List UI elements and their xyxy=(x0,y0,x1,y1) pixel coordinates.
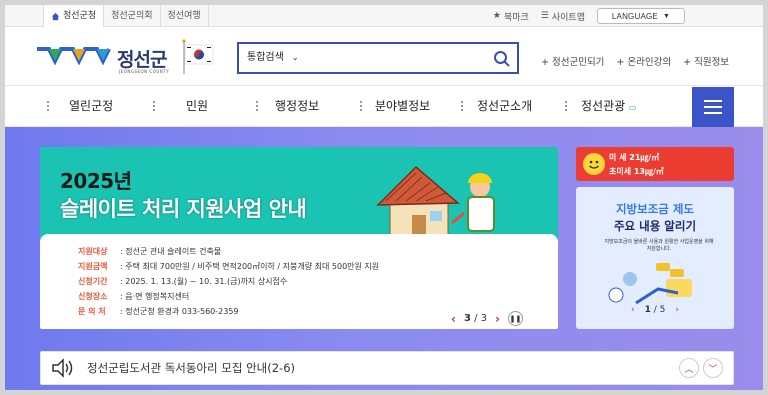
caret-down-icon: ▼ xyxy=(662,12,671,20)
logo-name: 정선군 xyxy=(117,49,167,71)
speaker-icon xyxy=(52,358,73,378)
tab-county-office[interactable]: 정선군청 xyxy=(43,5,105,27)
banner-current-page: 3 xyxy=(463,313,471,324)
header-links: + 정선군민되기 + 온라인강의 + 직원정보 xyxy=(541,54,729,68)
banner-page-indicator: 3 / 3 xyxy=(464,313,487,324)
bookmark-link[interactable]: ★ 북마크 xyxy=(493,10,529,23)
link-become-resident[interactable]: + 정선군민되기 xyxy=(541,54,604,68)
info-value: : 주택 최대 700만원 / 비주택 면적200㎡이하 / 지붕개량 최대 5… xyxy=(120,262,380,271)
info-value: : 2025. 1. 13.(월) ~ 10. 31.(금)까지 상시접수 xyxy=(120,277,288,286)
next-arrow-icon[interactable]: › xyxy=(495,312,500,326)
search-scope-label: 통합검색 xyxy=(247,52,284,63)
tab-label: 정선군의회 xyxy=(111,11,153,21)
air-quality-widget[interactable]: 미 세 21㎍/㎥ 초미세 13㎍/㎥ xyxy=(576,147,734,181)
smile-face-icon xyxy=(583,153,605,175)
nav-item-civil[interactable]: 민원 xyxy=(186,86,208,126)
nav-item-field-info[interactable]: 분야별정보 xyxy=(375,86,430,126)
side-banner-title: 지방보조금 제도 xyxy=(615,202,695,216)
nav-item-open-admin[interactable]: 열린군정 xyxy=(69,86,113,126)
list-icon: ☰ xyxy=(540,11,549,21)
side-page-indicator: 1 / 5 xyxy=(645,305,666,315)
search-icon[interactable] xyxy=(493,50,511,68)
banner-pager: ‹ 3 / 3 › ❚❚ xyxy=(451,311,523,326)
site-header: 정선군 JEONGSEON COUNTY 통합검색 ⌄ + 정선군민되기 + 온… xyxy=(5,27,763,83)
sitemap-label: 사이트맵 xyxy=(551,12,585,23)
info-key: 지원금액 xyxy=(78,262,108,271)
utility-bar: 정선군청 정선군의회 정선여행 ★ 북마크 ☰ 사이트맵 LANGUAGE ▼ xyxy=(5,5,763,27)
language-select[interactable]: LANGUAGE ▼ xyxy=(597,8,685,24)
search-box[interactable]: 통합검색 ⌄ xyxy=(237,42,519,74)
info-row: 신청기간 : 2025. 1. 13.(월) ~ 10. 31.(금)까지 상시접… xyxy=(78,276,379,291)
tab-label: 정선여행 xyxy=(167,11,201,21)
side-banner-subtitle: 주요 내용 알리기 xyxy=(613,219,697,233)
page-frame: 정선군청 정선군의회 정선여행 ★ 북마크 ☰ 사이트맵 LANGUAGE ▼ xyxy=(0,0,768,395)
info-row: 지원금액 : 주택 최대 700만원 / 비주택 면적200㎡이하 / 지붕개량 … xyxy=(78,261,379,276)
tab-travel[interactable]: 정선여행 xyxy=(161,5,209,27)
info-value: : 정선군 관내 슬레이트 건축물 xyxy=(120,247,222,256)
county-logo[interactable]: 정선군 JEONGSEON COUNTY xyxy=(37,39,215,77)
utility-links: ★ 북마크 ☰ 사이트맵 xyxy=(493,5,585,27)
tab-council[interactable]: 정선군의회 xyxy=(104,5,161,27)
nav-item-county-intro[interactable]: 정선군소개 xyxy=(477,86,532,126)
banner-info-rows: 지원대상 : 정선군 관내 슬레이트 건축물 지원금액 : 주택 최대 700만원 … xyxy=(78,246,379,321)
chevron-down-icon[interactable]: ﹀ xyxy=(703,358,723,378)
roof-house-illustration xyxy=(376,165,495,240)
side-total-pages: / 5 xyxy=(653,305,666,315)
pm10-value: 미 세 21㎍/㎥ xyxy=(609,153,660,162)
info-key: 신청장소 xyxy=(78,292,108,301)
dots-icon xyxy=(47,101,50,111)
info-row: 문 의 처 : 정선군청 환경과 033-560-2359 xyxy=(78,306,379,321)
pm25-value: 초미세 13㎍/㎥ xyxy=(609,167,664,176)
bookmark-label: 북마크 xyxy=(503,12,529,23)
info-value: : 읍·면 행정복지센터 xyxy=(120,292,190,301)
coins-hand-illustration xyxy=(608,263,692,305)
link-online-lecture[interactable]: + 온라인강의 xyxy=(616,54,671,68)
info-row: 지원대상 : 정선군 관내 슬레이트 건축물 xyxy=(78,246,379,261)
hamburger-icon xyxy=(704,100,722,102)
nav-item-admin-info[interactable]: 행정정보 xyxy=(275,86,319,126)
home-icon xyxy=(51,12,60,20)
info-value: : 정선군청 환경과 033-560-2359 xyxy=(120,307,239,316)
side-banner[interactable]: 지방보조금 제도 주요 내용 알리기 지방보조금의 올바른 사용과 원활한 사업… xyxy=(576,187,734,329)
logo-wave-icon xyxy=(37,47,111,65)
next-arrow-icon[interactable]: › xyxy=(675,305,679,315)
prev-arrow-icon[interactable]: ‹ xyxy=(451,312,456,326)
nav-item-tourism[interactable]: 정선관광 ▭ xyxy=(581,86,637,126)
side-banner-pager: ‹ 1 / 5 › xyxy=(576,305,734,315)
info-key: 신청기간 xyxy=(78,277,108,286)
dots-icon xyxy=(565,101,568,111)
prev-arrow-icon[interactable]: ‹ xyxy=(631,305,635,315)
banner-year-title: 2025년 xyxy=(60,169,132,193)
star-icon: ★ xyxy=(492,11,501,21)
nav-item-label: 정선관광 xyxy=(581,99,626,113)
chevron-down-icon: ⌄ xyxy=(291,53,299,62)
dots-icon xyxy=(256,101,259,111)
main-banner[interactable]: 2025년 슬레이트 처리 지원사업 안내 지원대상 : 정선군 관내 슬레이트 … xyxy=(40,147,558,329)
dots-icon xyxy=(461,101,464,111)
site-tabs: 정선군청 정선군의회 정선여행 xyxy=(43,5,209,27)
chevron-up-icon[interactable]: ︿ xyxy=(679,358,699,378)
logo-english: JEONGSEON COUNTY xyxy=(119,69,170,74)
external-link-icon: ▭ xyxy=(629,103,637,112)
banner-main-title: 슬레이트 처리 지원사업 안내 xyxy=(60,197,307,221)
info-key: 지원대상 xyxy=(78,247,108,256)
search-scope-select[interactable]: 통합검색 ⌄ xyxy=(247,44,299,72)
side-current-page: 1 xyxy=(644,305,651,315)
tab-label: 정선군청 xyxy=(63,11,97,21)
dots-icon xyxy=(360,101,363,111)
notice-ticker[interactable]: 정선군립도서관 독서동아리 모집 안내(2-6) ︿ ﹀ xyxy=(40,351,734,385)
dots-icon xyxy=(153,101,156,111)
side-banner-desc: 지방보조금의 올바른 사용과 원활한 사업운영을 위해 지원합니다. xyxy=(604,239,714,252)
banner-total-pages: / 3 xyxy=(474,313,488,324)
flag-icon xyxy=(182,39,214,74)
language-label: LANGUAGE xyxy=(611,11,658,21)
link-staff-info[interactable]: + 직원정보 xyxy=(683,54,729,68)
info-key: 문 의 처 xyxy=(78,307,106,316)
notice-text[interactable]: 정선군립도서관 독서동아리 모집 안내(2-6) xyxy=(87,352,295,384)
info-row: 신청장소 : 읍·면 행정복지센터 xyxy=(78,291,379,306)
pause-icon[interactable]: ❚❚ xyxy=(507,311,523,326)
sitemap-link[interactable]: ☰ 사이트맵 xyxy=(541,10,585,23)
main-navigation: 열린군정 민원 행정정보 분야별정보 정선군소개 정선관광 ▭ xyxy=(5,85,763,127)
all-menu-button[interactable] xyxy=(692,87,734,127)
